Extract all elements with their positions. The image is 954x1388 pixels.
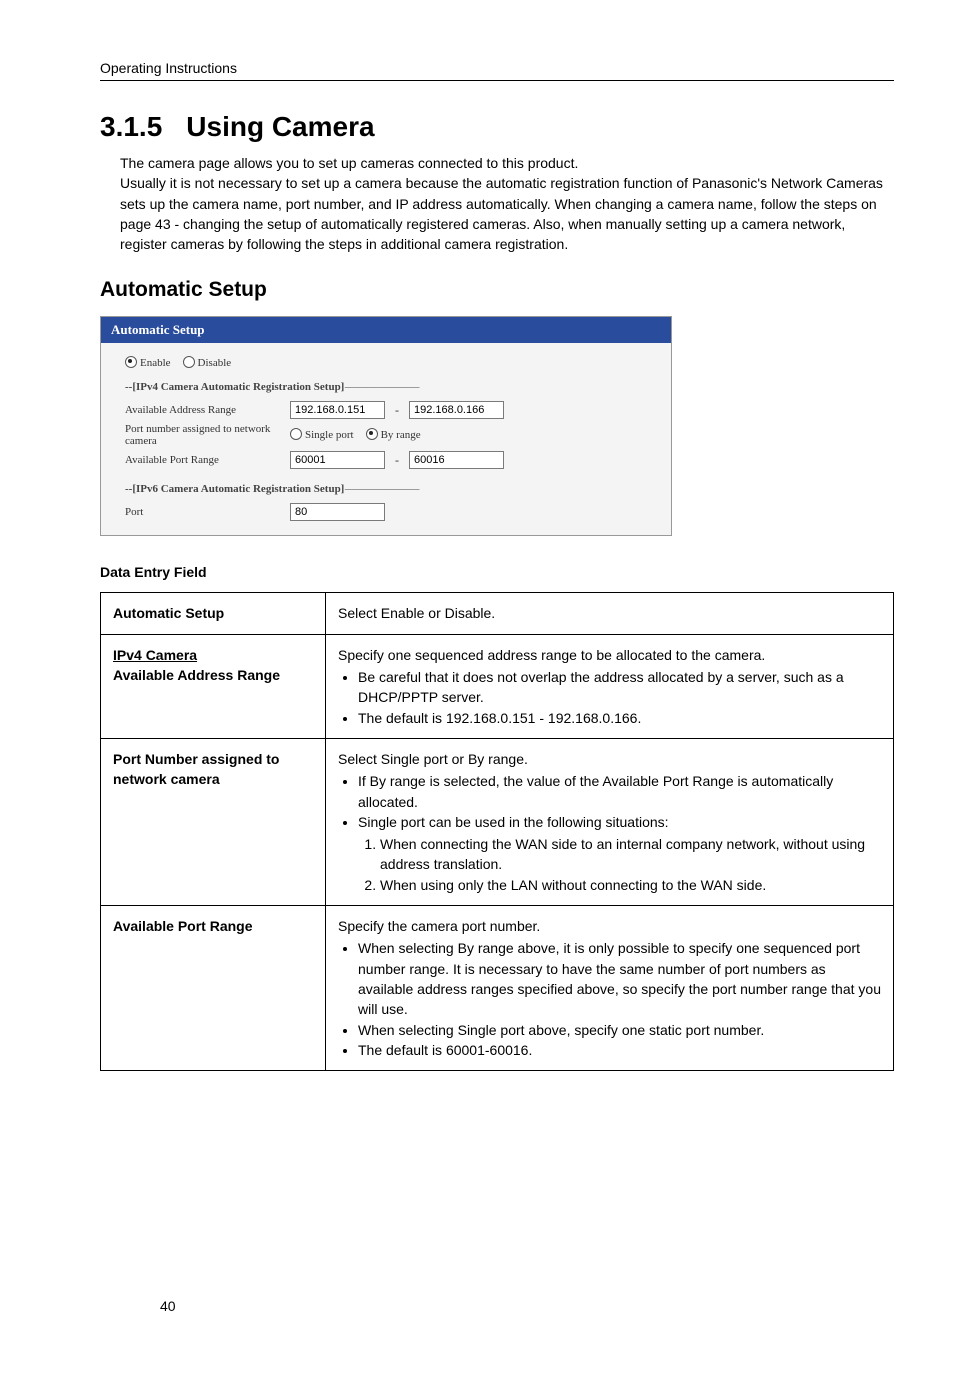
screenshot-titlebar: Automatic Setup bbox=[101, 317, 671, 343]
header-divider bbox=[100, 80, 894, 81]
port-range-desc-lead: Specify the camera port number. bbox=[338, 918, 540, 934]
cell-ipv4-address-label: IPv4 Camera Available Address Range bbox=[101, 634, 326, 738]
intro-paragraph: The camera page allows you to set up cam… bbox=[120, 153, 894, 254]
address-to-input[interactable] bbox=[409, 401, 504, 419]
ipv4-camera-text: IPv4 Camera bbox=[113, 647, 197, 663]
port-to-input[interactable] bbox=[409, 451, 504, 469]
section-heading: 3.1.5 Using Camera bbox=[100, 111, 894, 143]
table-row: Automatic Setup Select Enable or Disable… bbox=[101, 593, 894, 634]
available-port-range-label: Available Port Range bbox=[125, 454, 290, 466]
range-dash: - bbox=[395, 453, 399, 468]
available-address-range-label: Available Address Range bbox=[125, 404, 290, 416]
list-item: Single port can be used in the following… bbox=[358, 812, 881, 895]
ipv6-port-input[interactable] bbox=[290, 503, 385, 521]
single-port-situations-text: Single port can be used in the following… bbox=[358, 814, 669, 830]
page-header: Operating Instructions bbox=[100, 60, 894, 76]
list-item: When selecting Single port above, specif… bbox=[358, 1020, 881, 1040]
available-address-range-text: Available Address Range bbox=[113, 667, 280, 683]
automatic-setup-screenshot: Automatic Setup Enable Disable --[IPv4 C… bbox=[100, 316, 672, 536]
table-row: Port Number assigned to network camera S… bbox=[101, 738, 894, 905]
list-item: Be careful that it does not overlap the … bbox=[358, 667, 881, 708]
section-title-text: Using Camera bbox=[186, 111, 374, 142]
cell-ipv4-address-desc: Specify one sequenced address range to b… bbox=[326, 634, 894, 738]
cell-port-range-desc: Specify the camera port number. When sel… bbox=[326, 906, 894, 1071]
port-assigned-label: Port number assigned to network camera bbox=[125, 423, 290, 447]
cell-automatic-setup-label: Automatic Setup bbox=[101, 593, 326, 634]
by-range-radio[interactable] bbox=[366, 428, 378, 440]
automatic-setup-heading: Automatic Setup bbox=[100, 278, 894, 302]
address-from-input[interactable] bbox=[290, 401, 385, 419]
ipv6-legend: --[IPv6 Camera Automatic Registration Se… bbox=[125, 483, 647, 495]
enable-radio[interactable] bbox=[125, 356, 137, 368]
data-entry-field-heading: Data Entry Field bbox=[100, 564, 894, 580]
list-item: When connecting the WAN side to an inter… bbox=[380, 834, 881, 875]
cell-port-range-label: Available Port Range bbox=[101, 906, 326, 1071]
data-entry-table: Automatic Setup Select Enable or Disable… bbox=[100, 592, 894, 1071]
list-item: The default is 60001-60016. bbox=[358, 1040, 881, 1060]
by-range-radio-label: By range bbox=[381, 429, 421, 441]
single-port-radio-label: Single port bbox=[305, 429, 354, 441]
port-desc-lead: Select Single port or By range. bbox=[338, 751, 528, 767]
table-row: IPv4 Camera Available Address Range Spec… bbox=[101, 634, 894, 738]
table-row: Available Port Range Specify the camera … bbox=[101, 906, 894, 1071]
port-from-input[interactable] bbox=[290, 451, 385, 469]
disable-radio-label: Disable bbox=[198, 357, 232, 369]
cell-port-assigned-desc: Select Single port or By range. If By ra… bbox=[326, 738, 894, 905]
list-item: When using only the LAN without connecti… bbox=[380, 875, 881, 895]
disable-radio[interactable] bbox=[183, 356, 195, 368]
list-item: If By range is selected, the value of th… bbox=[358, 771, 881, 812]
section-number: 3.1.5 bbox=[100, 111, 162, 142]
single-port-radio[interactable] bbox=[290, 428, 302, 440]
cell-port-assigned-label: Port Number assigned to network camera bbox=[101, 738, 326, 905]
ipv4-desc-lead: Specify one sequenced address range to b… bbox=[338, 647, 765, 663]
ipv6-port-label: Port bbox=[125, 506, 290, 518]
page-number: 40 bbox=[160, 1298, 176, 1314]
cell-automatic-setup-desc: Select Enable or Disable. bbox=[326, 593, 894, 634]
list-item: When selecting By range above, it is onl… bbox=[358, 938, 881, 1019]
ipv4-legend: --[IPv4 Camera Automatic Registration Se… bbox=[125, 381, 647, 393]
enable-radio-label: Enable bbox=[140, 357, 171, 369]
list-item: The default is 192.168.0.151 - 192.168.0… bbox=[358, 708, 881, 728]
range-dash: - bbox=[395, 403, 399, 418]
